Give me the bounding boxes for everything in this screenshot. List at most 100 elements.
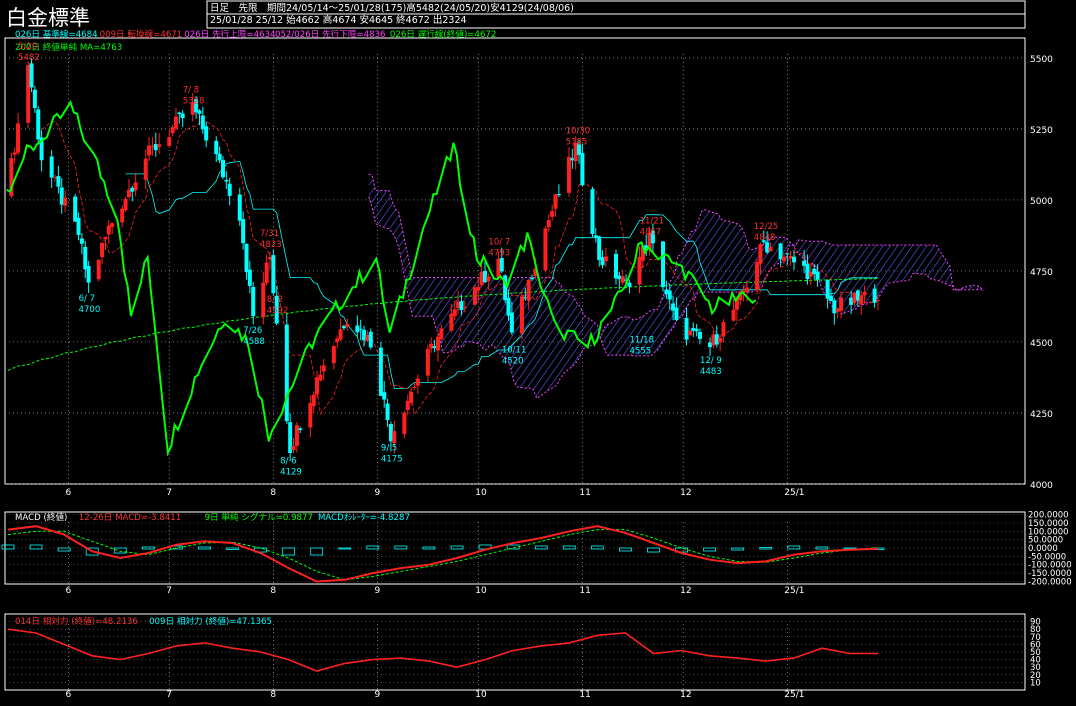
annotation-date: 12/25 xyxy=(754,222,779,232)
annotation-date: 11/18 xyxy=(630,335,655,345)
candle-body xyxy=(385,403,390,421)
candle-body xyxy=(828,295,833,301)
annotation-date: 8/ 6 xyxy=(280,456,296,466)
candle-body xyxy=(476,287,481,291)
annotation-value: 4483 xyxy=(700,367,722,377)
candle-body xyxy=(308,403,313,428)
annotation-value: 4175 xyxy=(381,454,403,464)
candle-body xyxy=(781,256,786,261)
chart-title: 白金標準 xyxy=(6,6,90,30)
annotation-value: 4520 xyxy=(502,356,524,366)
annotation-date: 7/26 xyxy=(243,326,262,336)
candle-body xyxy=(298,428,303,430)
candle-body xyxy=(486,276,491,282)
candle-body xyxy=(499,257,504,272)
candle-body xyxy=(815,271,820,280)
annotation-value: 4823 xyxy=(260,240,282,250)
candle-body xyxy=(284,324,289,422)
annotation-value: 4700 xyxy=(79,305,101,315)
candle-body xyxy=(543,228,548,271)
annotation-date: 7/31 xyxy=(260,229,279,239)
candle-body xyxy=(530,277,535,280)
annotation-date: 9/ 5 xyxy=(381,443,397,453)
macd-histogram-bar xyxy=(647,547,660,553)
macd-histogram-bar xyxy=(1,544,15,550)
candle-body xyxy=(244,243,249,273)
annotation-value: 4588 xyxy=(243,337,265,347)
candle-body xyxy=(402,412,407,435)
rsi-line xyxy=(7,628,878,672)
x-tick-label: 25/1 xyxy=(784,586,804,596)
candle-body xyxy=(76,217,81,236)
candle-body xyxy=(550,210,555,217)
y-tick-label: 4750 xyxy=(1030,268,1053,278)
macd-histogram-bar xyxy=(506,544,520,550)
candle-body xyxy=(627,282,632,287)
candle-body xyxy=(758,244,763,264)
x-tick-label: 10 xyxy=(475,690,487,700)
candle-body xyxy=(331,346,336,364)
annotation-value: 5185 xyxy=(566,137,588,147)
annotation-value: 4793 xyxy=(488,249,510,259)
candle-body xyxy=(63,197,68,206)
macd-histogram-bar xyxy=(29,544,43,550)
macd-histogram-bar xyxy=(590,545,604,550)
candle-body xyxy=(805,264,810,280)
candle-body xyxy=(16,123,21,153)
chikou-line xyxy=(6,99,757,457)
candle-body xyxy=(251,287,256,317)
x-tick-label: 11 xyxy=(579,488,590,498)
x-tick-label: 7 xyxy=(166,690,172,700)
candle-body xyxy=(217,153,222,161)
candle-body xyxy=(86,266,91,283)
x-tick-label: 9 xyxy=(374,586,380,596)
candle-body xyxy=(580,152,585,186)
candle-body xyxy=(667,290,672,300)
candle-body xyxy=(345,323,350,328)
legend-macd-item: MACD (終値) xyxy=(15,511,67,523)
header: 白金標準 日足 先限 期間24/05/14～25/01/28(175)高5482… xyxy=(6,2,574,30)
candle-body xyxy=(103,236,108,240)
annotation-value: 4867 xyxy=(640,228,662,238)
y-tick-label: 4250 xyxy=(1030,410,1053,420)
candle-body xyxy=(661,241,666,288)
candle-body xyxy=(106,225,111,235)
macd-histogram-bar xyxy=(310,547,324,556)
candle-body xyxy=(556,194,561,196)
candle-body xyxy=(687,330,692,336)
rsi-panel: 908070605040302010 xyxy=(5,618,1041,688)
candle-body xyxy=(721,322,726,337)
candle-body xyxy=(768,247,773,252)
x-tick-label: 12 xyxy=(680,690,691,700)
legend-main-item: 009日 転換線=4671 xyxy=(100,28,183,40)
macd-y-tick-label: -200.0000 xyxy=(1028,577,1072,587)
candle-body xyxy=(439,328,444,340)
annotation-value: 4129 xyxy=(280,467,302,477)
macd-histogram-bar xyxy=(703,547,717,552)
candle-body xyxy=(204,126,209,141)
candle-body xyxy=(697,331,702,339)
candle-body xyxy=(859,295,864,305)
candle-body xyxy=(214,140,219,154)
candle-body xyxy=(415,378,420,386)
x-tick-label: 8 xyxy=(270,488,276,498)
candle-body xyxy=(220,159,225,178)
cloud-fill xyxy=(368,173,984,399)
candle-body xyxy=(674,307,679,321)
legend-macd-item: MACDｵｼﾚｰﾀｰ=-4.8287 xyxy=(318,512,410,523)
candle-body xyxy=(519,296,524,334)
candle-body xyxy=(29,63,34,88)
candle-body xyxy=(546,220,551,228)
candle-body xyxy=(358,328,363,330)
rsi-y-tick-label: 10 xyxy=(1030,678,1041,688)
candle-body xyxy=(509,312,514,333)
candle-body xyxy=(378,347,383,396)
candle-body xyxy=(237,194,242,221)
x-tick-label: 8 xyxy=(270,690,276,700)
candle-body xyxy=(49,156,54,178)
annotation-value: 4848 xyxy=(754,233,776,243)
chikou-line-path xyxy=(6,99,757,457)
candle-body xyxy=(425,348,430,376)
legend-macd: MACD (終値) 12-26日 MACD=-3.8411 9日 単純 シグナル=0… xyxy=(15,511,410,523)
x-tick-label: 25/1 xyxy=(784,690,804,700)
